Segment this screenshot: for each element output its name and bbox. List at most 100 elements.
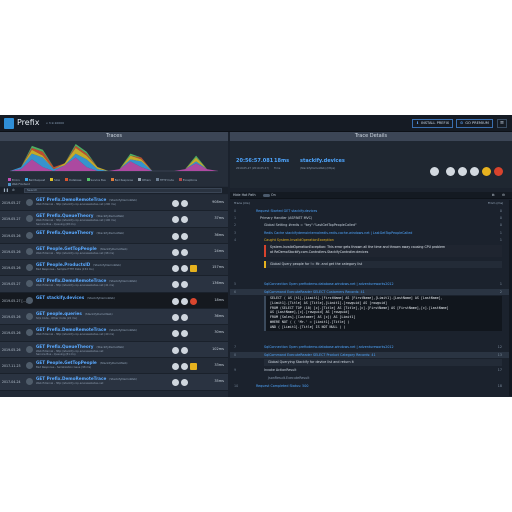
web-badge-icon[interactable] <box>172 281 179 289</box>
timeline-line[interactable]: 7 SqlConnection Open prefixdemo.database.… <box>230 344 512 350</box>
legend-swatch-icon <box>50 178 54 181</box>
legend-item[interactable]: Web Frontend <box>8 182 30 186</box>
trace-detail-1: Web External - http://stackify-rop.azure… <box>36 251 115 255</box>
line-number: 5 <box>234 282 237 286</box>
trace-title: GET Prefix.QueueTheory <box>36 229 94 235</box>
copy-icon[interactable]: ⧉ <box>492 193 494 197</box>
web-badge-icon[interactable] <box>181 314 188 322</box>
web-badge-icon[interactable] <box>181 297 188 305</box>
redis-icon[interactable] <box>470 167 479 176</box>
legend-item[interactable]: Exceptions <box>178 178 197 182</box>
trace-row[interactable]: 2017-04-24 GET Prefix.DemoRemoteTrace (Sta… <box>0 374 228 391</box>
trace-row[interactable]: 2019-05-26 GET Prefix.QueueTheory (Stackif… <box>0 341 228 358</box>
timeline-line[interactable]: 9 Invoke ActionResult 17 <box>230 367 512 373</box>
web-badge-icon[interactable] <box>181 330 188 338</box>
timeline-line[interactable]: 2 Global Setting #redis = "key":"LastGetT… <box>230 222 512 228</box>
trace-row[interactable]: 2019-05-27 [...] GET stackify.devices (Sta… <box>0 292 228 310</box>
legend-item[interactable]: Database <box>65 178 82 182</box>
request-icon <box>26 345 33 353</box>
sql-icon-2[interactable] <box>458 167 467 176</box>
error-icon[interactable] <box>494 167 503 176</box>
legend-item[interactable]: Slow <box>50 178 60 182</box>
trace-host: (StackifyDemoWeb) <box>109 328 137 333</box>
trace-host: (StackifyDemoWeb) <box>84 312 113 317</box>
trace-row[interactable]: 2019-05-27 GET Prefix.DemoRemoteTrace (Sta… <box>0 276 228 293</box>
web-badge-icon[interactable] <box>172 200 179 207</box>
web-icon[interactable] <box>430 167 439 176</box>
trace-row[interactable]: 2019-05-26 GET people.queries (StackifyDem… <box>0 309 228 326</box>
line-text: SqlCommand ExecuteReader SELECT Product … <box>264 353 376 357</box>
clear-icon[interactable]: ⊘ <box>12 188 15 192</box>
request-icon <box>26 215 33 223</box>
web-badge-icon[interactable] <box>172 379 179 387</box>
trace-timeline: Hide Hot Path On ⧉ ⚙ Trace (ms) From (ms… <box>230 192 512 397</box>
line-text: Global Setting #redis = "key":"LastGetTo… <box>264 223 357 227</box>
warning-icon[interactable] <box>482 167 491 176</box>
web-badge-icon[interactable] <box>172 314 179 322</box>
web-badge-icon[interactable] <box>172 248 179 256</box>
json-result-line[interactable]: JsonResult.ExecuteResult <box>230 375 512 381</box>
go-premium-button[interactable]: ⚙ GO PREMIUM <box>456 119 493 128</box>
web-badge-icon[interactable] <box>181 248 188 256</box>
timeline-line[interactable]: 1 Primary Handler (ASP.NET MVC) 0 <box>230 215 512 221</box>
trace-details-panel: Trace Details 20:56:57.081 2019-05-27 (2… <box>230 132 512 397</box>
web-badge-icon[interactable] <box>172 330 179 338</box>
trace-badges <box>172 280 208 289</box>
web-badge-icon[interactable] <box>172 297 179 305</box>
pause-icon[interactable]: ❚❚ <box>3 188 9 192</box>
web-badge-icon[interactable] <box>172 265 179 273</box>
trace-row[interactable]: 2019-05-26 GET Prefix.DemoRemoteTrace (Sta… <box>0 325 228 342</box>
timeline-line[interactable]: 3 Redis Cache stackifydemointernalredis.r… <box>230 230 512 236</box>
trace-duration: 908ms <box>212 200 224 204</box>
web-badge-icon[interactable] <box>172 346 179 354</box>
web-badge-icon[interactable] <box>181 362 188 370</box>
hide-hot-path-label: Hide Hot Path <box>233 193 256 197</box>
hot-path-toggle[interactable] <box>263 194 270 197</box>
install-prefix-button[interactable]: ⬇ INSTALL PREFIX <box>412 119 454 128</box>
legend-item[interactable]: Bad Request <box>24 178 45 182</box>
timeline-line[interactable]: 4 Caught System.InvalidOperationException… <box>230 237 512 243</box>
legend-item[interactable]: HTTP Code <box>155 178 174 182</box>
trace-host: stackify.devices <box>300 158 345 164</box>
web-badge-icon[interactable] <box>181 346 188 354</box>
settings-icon[interactable]: ⚙ <box>502 193 505 197</box>
timeline-line[interactable]: 10 Request Completed Status: 500 18 <box>230 383 512 389</box>
legend-item[interactable]: Others <box>138 178 151 182</box>
trace-row[interactable]: 2017-11-23 GET People.GetTopPeople (Stacki… <box>0 357 228 375</box>
trace-time: 2019-05-26 <box>2 266 21 271</box>
web-badge-icon[interactable] <box>172 362 179 370</box>
menu-button[interactable]: ≡ <box>497 119 507 128</box>
legend-label: Service Bus <box>90 178 106 182</box>
timeline-line[interactable]: 8 SqlCommand ExecuteReader SELECT Product… <box>230 352 512 358</box>
web-badge-icon[interactable] <box>181 281 188 289</box>
warning-badge-icon[interactable] <box>190 362 197 370</box>
trace-row[interactable]: 2019-05-26 GET People.ProductsID (Stackify… <box>0 260 228 277</box>
timeline-line[interactable]: 0 Request Started GET stackify.devices 0 <box>230 208 512 214</box>
web-badge-icon[interactable] <box>181 379 188 387</box>
trace-row[interactable]: 2019-05-26 GET Prefix.QueueTheory (Stackif… <box>0 227 228 244</box>
trace-title: GET people.queries <box>36 311 82 317</box>
trace-badges <box>172 362 208 370</box>
legend-item[interactable]: Service Bus <box>86 178 106 182</box>
trace-row[interactable]: 2019-05-26 GET People.GetTopPeople (Stacki… <box>0 243 228 261</box>
legend-label: Bad Response <box>114 178 134 182</box>
trace-row[interactable]: 2019-05-27 GET Prefix.DemoRemoteTrace (Sta… <box>0 195 228 212</box>
search-input[interactable]: Search <box>24 188 222 193</box>
error-badge-icon[interactable] <box>190 297 197 305</box>
trace-host: (StackifyDemoWeb) <box>96 230 125 235</box>
legend-item[interactable]: Bad Response <box>110 178 134 182</box>
trace-row[interactable]: 2019-05-27 GET Prefix.QueueTheory (Stackif… <box>0 211 228 228</box>
line-text: Request Completed Status: 500 <box>256 384 309 388</box>
web-badge-icon[interactable] <box>181 265 188 273</box>
web-badge-icon[interactable] <box>181 200 188 207</box>
web-badge-icon[interactable] <box>181 232 188 240</box>
web-badge-icon[interactable] <box>181 216 188 224</box>
line-number: 8 <box>234 353 237 357</box>
timeline-line[interactable]: 5 SqlConnection Open prefixdemo.database.… <box>230 281 512 287</box>
web-badge-icon[interactable] <box>172 216 179 224</box>
legend-item[interactable]: Errors <box>8 178 20 182</box>
timeline-line[interactable]: 6 SqlCommand ExecuteReader SELECT Custome… <box>230 289 512 295</box>
warning-badge-icon[interactable] <box>190 265 197 273</box>
web-badge-icon[interactable] <box>172 232 179 240</box>
sql-icon[interactable] <box>446 167 455 176</box>
